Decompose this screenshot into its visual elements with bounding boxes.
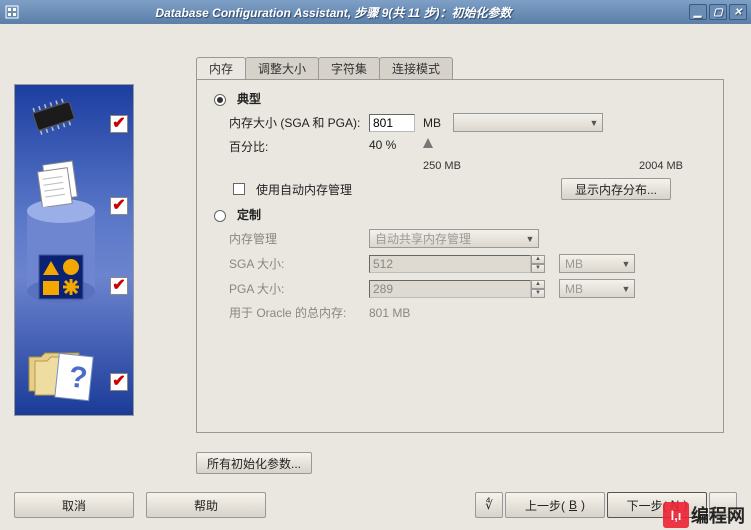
memory-size-slider-combo[interactable]: ▼ — [453, 113, 603, 132]
watermark: l,ı 编程网 — [663, 502, 745, 528]
custom-label: 定制 — [237, 206, 261, 223]
all-init-params-button[interactable]: 所有初始化参数... — [196, 452, 312, 474]
sga-unit-value: MB — [565, 257, 583, 271]
show-memory-distribution-button[interactable]: 显示内存分布... — [561, 178, 671, 200]
step-icon-shapes — [37, 253, 85, 306]
back-arrow-button[interactable]: ∜ — [475, 492, 503, 518]
step-check-icon — [110, 373, 128, 391]
total-memory-value: 801 MB — [369, 306, 410, 320]
auto-memory-checkbox[interactable] — [233, 183, 245, 195]
memory-slider[interactable] — [423, 140, 683, 162]
pga-size-input — [369, 280, 531, 298]
cancel-button[interactable]: 取消 — [14, 492, 134, 518]
svg-text:?: ? — [67, 361, 89, 396]
typical-radio[interactable] — [214, 94, 226, 106]
pga-unit-combo: MB ▼ — [559, 279, 635, 298]
step-check-icon — [110, 277, 128, 295]
watermark-badge-icon: l,ı — [663, 502, 689, 528]
pga-unit-value: MB — [565, 282, 583, 296]
memory-size-unit: MB — [423, 116, 441, 130]
step-icon-documents — [31, 155, 87, 212]
memory-management-label: 内存管理 — [229, 230, 361, 247]
sga-unit-combo: MB ▼ — [559, 254, 635, 273]
total-memory-label: 用于 Oracle 的总内存: — [229, 304, 361, 321]
custom-radio[interactable] — [214, 210, 226, 222]
memory-size-input[interactable] — [369, 114, 415, 132]
memory-management-value: 自动共享内存管理 — [375, 230, 471, 247]
minimize-button[interactable]: ▁ — [689, 4, 707, 20]
step-icon-folder-help: ? — [23, 339, 109, 414]
percent-label: 百分比: — [229, 138, 361, 155]
tab-memory[interactable]: 内存 — [196, 57, 246, 79]
dropdown-arrow-icon: ▼ — [524, 234, 536, 244]
auto-memory-label: 使用自动内存管理 — [256, 181, 352, 198]
back-button[interactable]: 上一步(B) — [505, 492, 605, 518]
help-button[interactable]: 帮助 — [146, 492, 266, 518]
tab-charset[interactable]: 字符集 — [318, 57, 380, 79]
typical-label: 典型 — [237, 90, 261, 107]
sga-size-label: SGA 大小: — [229, 255, 361, 272]
step-check-icon — [110, 197, 128, 215]
system-menu-icon[interactable] — [4, 4, 20, 20]
close-button[interactable]: ✕ — [729, 4, 747, 20]
sga-size-input — [369, 255, 531, 273]
dropdown-arrow-icon: ▼ — [588, 118, 600, 128]
sga-spin-up-button: ▲ — [531, 255, 545, 264]
window-title: Database Configuration Assistant, 步骤 9(共… — [28, 4, 689, 21]
memory-size-label: 内存大小 (SGA 和 PGA): — [229, 114, 361, 131]
memory-management-combo: 自动共享内存管理 ▼ — [369, 229, 539, 248]
pga-spin-up-button: ▲ — [531, 280, 545, 289]
tab-panel-memory: 典型 内存大小 (SGA 和 PGA): MB ▼ 百分比: 40 % — [196, 79, 724, 433]
pga-size-label: PGA 大小: — [229, 280, 361, 297]
sga-spin-down-button: ▼ — [531, 264, 545, 273]
percent-value: 40 % — [369, 138, 415, 152]
dropdown-arrow-icon: ▼ — [620, 284, 632, 294]
tab-connection-mode[interactable]: 连接模式 — [379, 57, 453, 79]
pga-spin-down-button: ▼ — [531, 289, 545, 298]
dropdown-arrow-icon: ▼ — [620, 259, 632, 269]
wizard-steps-panel: ? — [14, 84, 134, 416]
slider-thumb-icon — [423, 138, 433, 148]
title-bar: Database Configuration Assistant, 步骤 9(共… — [0, 0, 751, 24]
tab-bar: 内存 调整大小 字符集 连接模式 — [196, 57, 724, 79]
back-double-chevron-icon: ∜ — [485, 498, 493, 512]
step-icon-chip — [25, 97, 83, 142]
step-check-icon — [110, 115, 128, 133]
tab-sizing[interactable]: 调整大小 — [245, 57, 319, 79]
watermark-text: 编程网 — [691, 502, 745, 528]
maximize-button[interactable]: ▢ — [709, 4, 727, 20]
